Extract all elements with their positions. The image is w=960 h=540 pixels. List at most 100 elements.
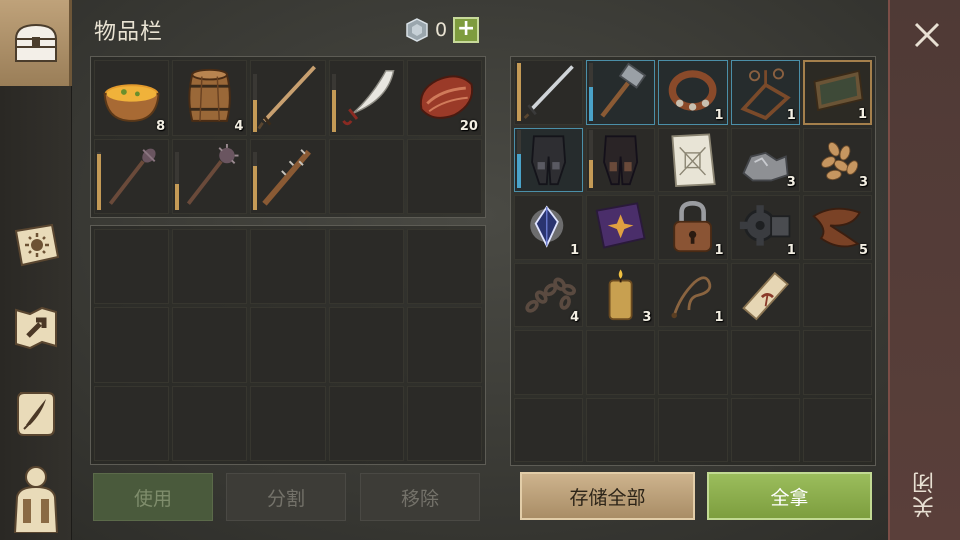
container-slot[interactable]	[802, 262, 872, 327]
container-slot[interactable]	[586, 60, 656, 125]
inventory-slot[interactable]	[328, 138, 404, 214]
inventory-slot[interactable]	[94, 307, 170, 383]
container-slot[interactable]	[802, 397, 872, 462]
container-slot[interactable]	[586, 127, 656, 192]
spell-book-icon	[595, 202, 646, 249]
steel-sword-icon	[523, 65, 574, 119]
item-quantity: 20	[459, 118, 478, 134]
spiked-mace-icon	[108, 148, 156, 205]
sidebar-item-inventory[interactable]	[0, 0, 72, 86]
container-slot[interactable]	[514, 330, 584, 395]
inventory-slot[interactable]	[94, 138, 170, 214]
inventory-slot[interactable]	[328, 60, 404, 136]
item-quantity: 1	[786, 107, 796, 123]
container-slot[interactable]: 4	[514, 262, 584, 327]
crafting-map-icon	[15, 306, 57, 350]
container-slot[interactable]: 1	[514, 195, 584, 260]
container-slot[interactable]	[658, 127, 728, 192]
character-backpack-icon	[13, 466, 59, 533]
container-slot[interactable]	[730, 397, 800, 462]
blueprint-scroll-icon	[671, 133, 717, 187]
take-all-button[interactable]: 全拿	[707, 472, 872, 520]
inventory-slot[interactable]	[172, 385, 248, 461]
inventory-slot[interactable]	[250, 229, 326, 305]
morning-star-icon	[187, 143, 239, 205]
inventory-slot[interactable]	[406, 229, 482, 305]
long-sword-icon	[257, 65, 317, 130]
sidebar-item-character[interactable]	[0, 455, 72, 540]
parchment-roll-icon	[741, 271, 789, 320]
container-slot[interactable]: 5	[802, 195, 872, 260]
inventory-slot[interactable]	[250, 307, 326, 383]
item-quantity: 3	[642, 310, 652, 325]
container-slot[interactable]: 3	[802, 127, 872, 192]
container-slot[interactable]	[730, 262, 800, 327]
inventory-slot[interactable]	[328, 385, 404, 461]
inventory-slot[interactable]	[328, 307, 404, 383]
container-slot[interactable]	[586, 397, 656, 462]
container-slot[interactable]: 1	[658, 262, 728, 327]
container-slot[interactable]	[658, 330, 728, 395]
container-slot[interactable]: 1	[658, 60, 728, 125]
spiked-club-icon	[262, 148, 312, 206]
container-slot[interactable]: 3	[730, 127, 800, 192]
use-button[interactable]: 使用	[93, 473, 213, 521]
container-slot[interactable]	[514, 60, 584, 125]
scimitar-icon	[341, 70, 395, 126]
inventory-slot[interactable]	[172, 229, 248, 305]
inventory-slot[interactable]: 20	[406, 60, 482, 136]
item-quantity: 5	[858, 242, 868, 258]
inventory-slot[interactable]	[94, 229, 170, 305]
container-slot[interactable]	[658, 397, 728, 462]
item-quantity: 1	[786, 242, 796, 258]
container-slot[interactable]: 1	[658, 195, 728, 260]
inventory-slot[interactable]	[406, 307, 482, 383]
add-currency-button[interactable]: +	[453, 17, 480, 43]
inventory-slot[interactable]: 8	[94, 60, 170, 136]
item-quantity: 4	[570, 310, 580, 325]
container-slot[interactable]	[586, 195, 656, 260]
item-quantity: 1	[714, 242, 724, 258]
inventory-grid-top: 8 4 20	[90, 56, 486, 218]
container-slot[interactable]	[586, 330, 656, 395]
sidebar-item-journal[interactable]	[0, 202, 72, 288]
item-quantity: 3	[858, 175, 868, 190]
container-slot[interactable]: 1	[802, 60, 872, 125]
inventory-grid-bottom	[90, 225, 486, 465]
inventory-slot[interactable]	[250, 60, 326, 136]
inventory-slot[interactable]	[172, 138, 248, 214]
container-slot[interactable]: 1	[730, 195, 800, 260]
currency-display: 0 +	[405, 16, 480, 44]
close-panel[interactable]: 关闭	[888, 0, 960, 540]
container-slot[interactable]	[514, 127, 584, 192]
inventory-slot[interactable]	[250, 138, 326, 214]
inventory-slot[interactable]	[250, 385, 326, 461]
close-icon[interactable]	[912, 20, 942, 50]
item-quantity: 1	[857, 106, 867, 122]
inventory-slot[interactable]	[406, 385, 482, 461]
gem-coin-icon	[406, 18, 428, 42]
sledgehammer-icon	[600, 62, 647, 118]
sidebar-item-crafting[interactable]	[0, 285, 72, 371]
container-slot[interactable]	[514, 397, 584, 462]
remove-button[interactable]: 移除	[360, 473, 480, 521]
container-slot[interactable]	[802, 330, 872, 395]
inventory-slot[interactable]: 4	[172, 60, 248, 136]
inventory-slot[interactable]	[94, 385, 170, 461]
sidebar-item-quests[interactable]	[0, 370, 72, 456]
split-button[interactable]: 分割	[226, 473, 346, 521]
container-slot[interactable]: 3	[586, 262, 656, 327]
container-grid: 1 1 1 3 3 1 1 1 5 4 3 1	[510, 56, 876, 466]
item-quantity: 1	[570, 242, 580, 258]
currency-value: 0	[435, 19, 448, 41]
inventory-slot[interactable]	[172, 307, 248, 383]
inventory-slot[interactable]	[328, 229, 404, 305]
inventory-slot[interactable]	[406, 138, 482, 214]
leather-leggings-icon	[603, 134, 639, 185]
store-all-button[interactable]: 存储全部	[520, 472, 695, 520]
item-quantity: 1	[714, 310, 724, 325]
container-slot[interactable]: 1	[730, 60, 800, 125]
item-quantity: 1	[714, 107, 724, 123]
container-slot[interactable]	[730, 330, 800, 395]
item-quantity: 4	[234, 118, 244, 134]
